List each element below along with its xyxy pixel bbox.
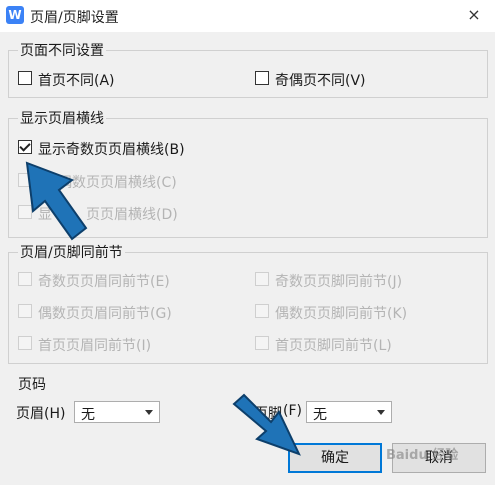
even-header-same-checkbox [18, 304, 32, 318]
wps-app-icon: W [6, 6, 24, 24]
header-page-number-select[interactable]: 无 [74, 401, 160, 423]
group-header-lines-title: 显示页眉横线 [18, 108, 106, 128]
even-footer-same-label: 偶数页页脚同前节(K) [275, 306, 408, 322]
first-header-same-label: 首页页眉同前节(I) [38, 338, 152, 354]
close-icon[interactable]: × [462, 3, 486, 27]
odd-header-same-label: 奇数页页眉同前节(E) [38, 274, 170, 290]
odd-header-line-checkbox[interactable] [18, 140, 32, 154]
odd-footer-same-label: 奇数页页脚同前节(J) [275, 274, 403, 290]
footer-page-number-select[interactable]: 无 [306, 401, 392, 423]
annotation-arrow-up [25, 161, 88, 241]
dialog-title: 页眉/页脚设置 [30, 10, 119, 26]
odd-even-different-label[interactable]: 奇偶页不同(V) [275, 70, 366, 90]
odd-even-different-checkbox[interactable] [255, 71, 269, 85]
odd-header-same-checkbox [18, 272, 32, 286]
header-page-number-value: 无 [81, 407, 95, 423]
footer-page-number-value: 无 [313, 407, 327, 423]
baidu-watermark: Baidu 经验 [386, 448, 459, 463]
first-header-line-label-end: 页页眉横线(D) [86, 207, 178, 223]
first-page-different-label[interactable]: 首页不同(A) [38, 70, 115, 90]
first-page-different-checkbox[interactable] [18, 71, 32, 85]
app-icon-letter: W [8, 8, 22, 22]
annotation-arrow-down [232, 393, 301, 456]
chevron-down-icon [377, 410, 385, 415]
first-footer-same-label: 首页页脚同前节(L) [275, 338, 392, 354]
odd-header-line-label[interactable]: 显示奇数页页眉横线(B) [38, 139, 185, 159]
first-footer-same-checkbox [255, 336, 269, 350]
header-page-number-label: 页眉(H) [16, 406, 66, 422]
even-footer-same-checkbox [255, 304, 269, 318]
odd-footer-same-checkbox [255, 272, 269, 286]
first-header-same-checkbox [18, 336, 32, 350]
even-header-same-label: 偶数页页眉同前节(G) [38, 306, 172, 322]
group-page-diff-title: 页面不同设置 [18, 40, 106, 60]
chevron-down-icon [145, 410, 153, 415]
title-bar: W 页眉/页脚设置 × [0, 0, 495, 32]
group-same-as-previous-title: 页眉/页脚同前节 [18, 242, 125, 262]
page-number-title: 页码 [18, 377, 46, 393]
